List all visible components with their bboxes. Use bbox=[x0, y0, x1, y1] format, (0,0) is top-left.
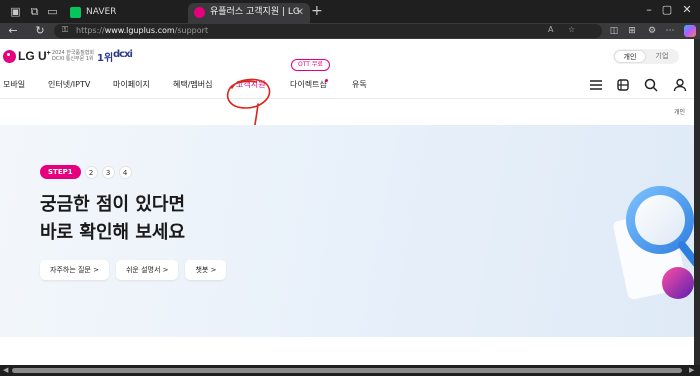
nav-benefits[interactable]: 혜택/멤버십 bbox=[173, 79, 213, 90]
user-icon[interactable] bbox=[672, 77, 688, 93]
tab-naver[interactable]: NAVER bbox=[64, 3, 186, 23]
step-4[interactable]: 4 bbox=[118, 165, 132, 179]
store-icon[interactable] bbox=[615, 77, 631, 93]
lguplus-favicon-icon bbox=[194, 7, 205, 18]
step-2[interactable]: 2 bbox=[84, 165, 98, 179]
back-button[interactable]: ← bbox=[6, 23, 20, 39]
nav-internet-iptv[interactable]: 인터넷/IPTV bbox=[48, 79, 90, 90]
site-info-icon[interactable]: ⚿ bbox=[62, 25, 68, 35]
content-area bbox=[0, 337, 700, 365]
sub-label: 개인 bbox=[674, 109, 686, 116]
lguplus-logo[interactable]: LG U+ bbox=[3, 48, 51, 64]
close-tab-icon[interactable]: ✕ bbox=[296, 3, 304, 22]
vertical-scrollbar[interactable] bbox=[694, 39, 700, 365]
menu-icon[interactable] bbox=[588, 77, 604, 93]
logo-text: LG U+ bbox=[18, 49, 51, 63]
hero-title: 궁금한 점이 있다면 바로 확인해 보세요 bbox=[40, 191, 185, 247]
url-text: https://www.lguplus.com/support bbox=[76, 26, 209, 35]
hero-buttons: 자주하는 질문 > 쉬운 설명서 > 챗봇 > bbox=[40, 260, 233, 280]
tab-title: NAVER bbox=[86, 7, 117, 17]
workspaces-icon[interactable]: ⧉ bbox=[27, 4, 42, 19]
refresh-button[interactable]: ↻ bbox=[33, 23, 47, 39]
hero-banner: STEP1 2 3 4 궁금한 점이 있다면 바로 확인해 보세요 자주하는 질… bbox=[0, 125, 700, 337]
new-dot-badge bbox=[325, 79, 328, 82]
browser-toolbar: ← ↻ ⚿ https://www.lguplus.com/support A … bbox=[0, 23, 700, 39]
tab-actions-icon[interactable]: ▭ bbox=[45, 4, 60, 19]
magnifier-illustration bbox=[613, 186, 700, 300]
hero-title-line1: 궁금한 점이 있다면 bbox=[40, 194, 186, 215]
horizontal-scrollbar[interactable]: ◀ ▶ bbox=[0, 365, 700, 376]
split-screen-icon[interactable]: ◫ bbox=[608, 25, 620, 37]
address-bar[interactable]: ⚿ https://www.lguplus.com/support A ☆ bbox=[54, 24, 602, 38]
scroll-thumb[interactable] bbox=[12, 368, 682, 373]
step-active[interactable]: STEP1 bbox=[40, 165, 81, 179]
naver-favicon-icon bbox=[70, 7, 81, 18]
step-indicator: STEP1 2 3 4 bbox=[40, 165, 132, 179]
search-icon[interactable] bbox=[643, 77, 659, 93]
copilot-icon[interactable] bbox=[684, 25, 696, 37]
toggle-personal[interactable]: 개인 bbox=[614, 50, 646, 63]
nav-mobile[interactable]: 모바일 bbox=[3, 79, 25, 90]
nav-direct-shop[interactable]: 다이렉트샵 bbox=[290, 79, 327, 90]
read-aloud-icon[interactable]: A bbox=[548, 25, 553, 34]
browser-tab-bar: ▣ ⧉ ▭ NAVER 유플러스 고객지원 | LG U+ ✕ + – ▢ ✕ bbox=[0, 0, 700, 36]
nav-customer-support[interactable]: 고객지원 bbox=[236, 79, 265, 90]
scroll-right-icon[interactable]: ▶ bbox=[689, 366, 694, 374]
web-page: LG U+ 2024 한국품질협회 DCXI 통신부문 1위 1위 dcxi 개… bbox=[0, 39, 700, 365]
dcxi-logo: dcxi bbox=[113, 49, 133, 60]
tab-lguplus-support[interactable]: 유플러스 고객지원 | LG U+ ✕ bbox=[188, 3, 310, 36]
more-options-icon[interactable]: ⋯ bbox=[664, 25, 676, 37]
customer-type-toggle: 개인 기업 bbox=[613, 49, 679, 64]
easy-guide-button[interactable]: 쉬운 설명서 > bbox=[115, 260, 179, 280]
extensions-icon[interactable]: ⚙ bbox=[646, 25, 658, 37]
award-rank: 1위 bbox=[97, 53, 114, 64]
nav-mypage[interactable]: 마이페이지 bbox=[113, 79, 150, 90]
new-tab-button[interactable]: + bbox=[311, 3, 323, 19]
toggle-business[interactable]: 기업 bbox=[646, 50, 678, 63]
award-line2: DCXI 통신부문 1위 bbox=[52, 56, 94, 62]
nav-udok[interactable]: 유독 bbox=[352, 79, 367, 90]
minimize-button[interactable]: – bbox=[641, 3, 657, 16]
award-text: 2024 한국품질협회 DCXI 통신부문 1위 bbox=[52, 50, 94, 62]
close-window-button[interactable]: ✕ bbox=[679, 3, 695, 16]
ott-free-badge: OTT 무료 bbox=[291, 59, 330, 71]
chatbot-button[interactable]: 챗봇 > bbox=[185, 260, 227, 280]
faq-button[interactable]: 자주하는 질문 > bbox=[40, 260, 109, 280]
collections-icon[interactable]: ⊞ bbox=[626, 25, 638, 37]
favorite-star-icon[interactable]: ☆ bbox=[568, 25, 575, 34]
profile-icon[interactable]: ▣ bbox=[8, 4, 23, 19]
maximize-button[interactable]: ▢ bbox=[659, 3, 675, 16]
scroll-left-icon[interactable]: ◀ bbox=[3, 366, 8, 374]
lguplus-logo-icon bbox=[3, 49, 16, 63]
step-3[interactable]: 3 bbox=[101, 165, 115, 179]
hero-title-line2: 바로 확인해 보세요 bbox=[40, 222, 186, 243]
utility-bar: LG U+ 2024 한국품질협회 DCXI 통신부문 1위 1위 dcxi 개… bbox=[0, 39, 700, 69]
